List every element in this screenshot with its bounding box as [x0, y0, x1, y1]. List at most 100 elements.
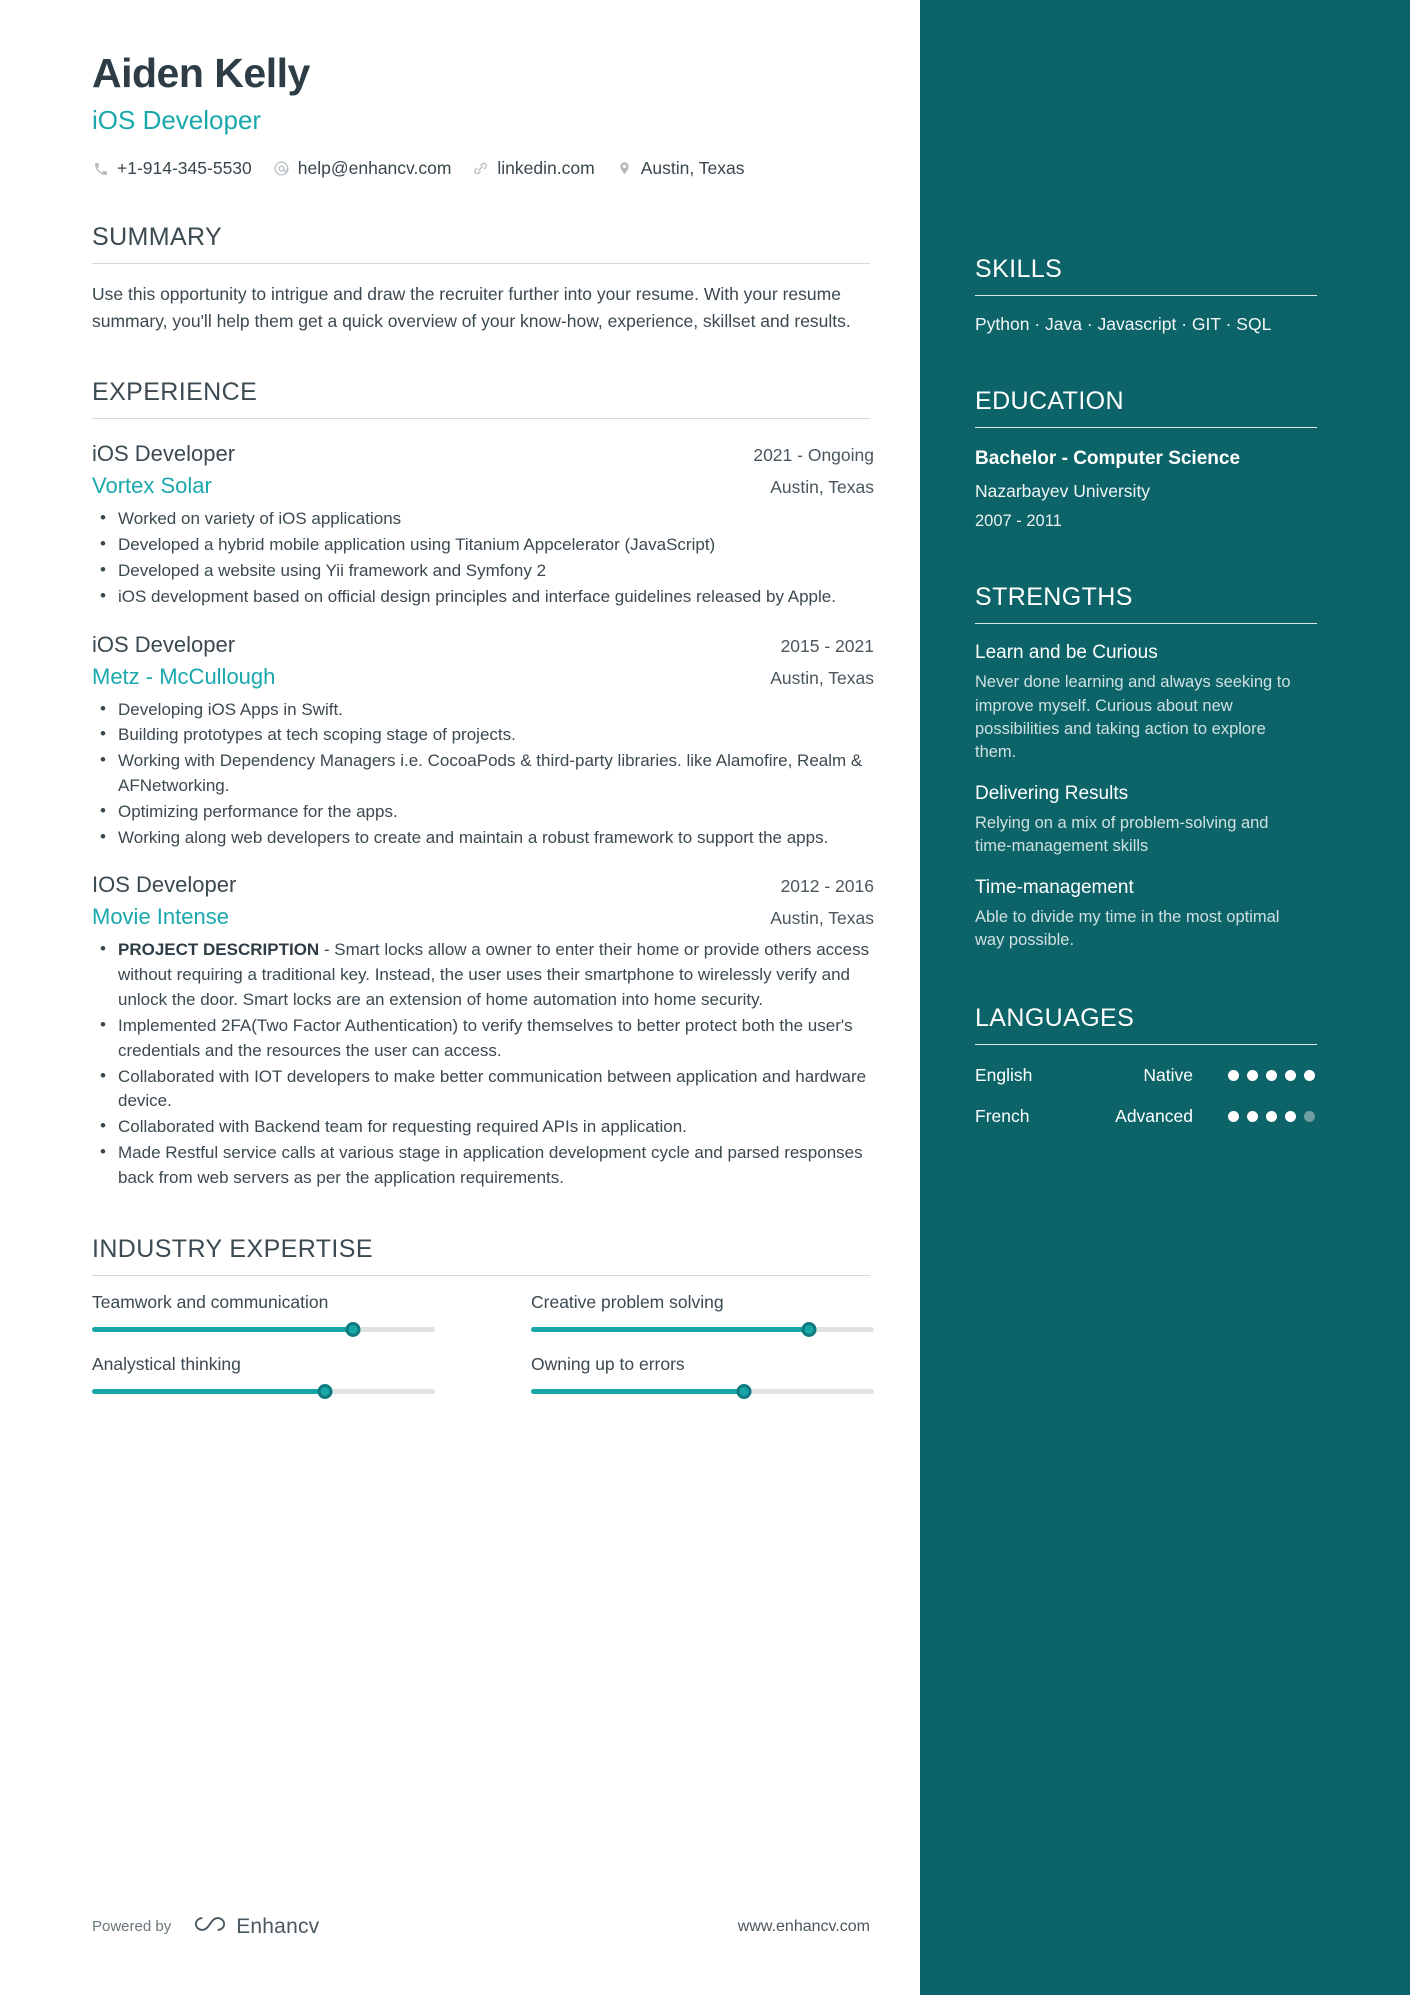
- experience-divider: [92, 418, 870, 420]
- rating-dot: [1304, 1070, 1315, 1082]
- rating-dot: [1228, 1070, 1239, 1082]
- strength-name: Learn and be Curious: [975, 642, 1158, 664]
- strength-description: Relying on a mix of problem-solving and …: [975, 813, 1269, 856]
- rating-dot: [1304, 1111, 1315, 1123]
- rating-dot: [1266, 1111, 1277, 1123]
- page-title: Aiden Kelly: [92, 50, 310, 96]
- expertise-slider[interactable]: [531, 1383, 874, 1399]
- language-rating-dots: [1215, 1111, 1315, 1123]
- experience-entry: iOS Developer 2021 - Ongoing Vortex Solar A…: [92, 441, 874, 609]
- skills-list: Python · Java · Javascript · GIT · SQL: [975, 314, 1272, 334]
- experience-bullet: Working with Dependency Managers i.e. Co…: [92, 748, 874, 799]
- experience-bullet: Developing iOS Apps in Swift.: [92, 697, 874, 723]
- contact-linkedin-text: linkedin.com: [497, 158, 595, 179]
- experience-bullet: Optimizing performance for the apps.: [92, 799, 874, 825]
- experience-bullet: Made Restful service calls at various st…: [92, 1140, 874, 1191]
- experience-company[interactable]: Vortex Solar: [92, 473, 212, 499]
- strength-item: Delivering Results Relying on a mix of pr…: [975, 783, 1362, 859]
- experience-bullet: PROJECT DESCRIPTION - Smart locks allow …: [92, 937, 874, 1012]
- experience-bullet: iOS development based on official design…: [92, 584, 874, 610]
- language-level: Native: [1143, 1065, 1193, 1086]
- summary-text: Use this opportunity to intrigue and dra…: [92, 284, 851, 331]
- language-row: English Native: [975, 1065, 1315, 1086]
- experience-location: Austin, Texas: [770, 477, 874, 498]
- header-job-title: iOS Developer: [92, 105, 262, 136]
- strength-item: Time-management Able to divide my time in…: [975, 877, 1362, 953]
- skills-section-title: SKILLS: [975, 255, 1063, 283]
- experience-company[interactable]: Metz - McCullough: [92, 664, 275, 690]
- expertise-slider-knob[interactable]: [801, 1321, 817, 1337]
- experience-bullet-list: Developing iOS Apps in Swift.Building pr…: [92, 697, 874, 851]
- contact-email[interactable]: help@enhancv.com: [273, 158, 451, 179]
- language-name: English: [975, 1065, 1033, 1086]
- education-section-title: EDUCATION: [975, 387, 1124, 415]
- experience-bullet: Implemented 2FA(Two Factor Authenticatio…: [92, 1013, 874, 1064]
- language-rating-dots: [1215, 1070, 1315, 1082]
- expertise-slider-knob[interactable]: [345, 1321, 361, 1337]
- contact-linkedin[interactable]: linkedin.com: [472, 158, 595, 179]
- rating-dot: [1285, 1111, 1296, 1123]
- languages-section-title: LANGUAGES: [975, 1004, 1135, 1033]
- language-name: French: [975, 1106, 1030, 1127]
- contact-location: Austin, Texas: [616, 158, 745, 179]
- experience-bullet: Developed a hybrid mobile application us…: [92, 532, 874, 558]
- expertise-slider[interactable]: [92, 1383, 435, 1399]
- expertise-slider[interactable]: [92, 1321, 435, 1337]
- expertise-slider-fill: [531, 1388, 744, 1394]
- sidebar-languages-section: LANGUAGES English Native French Advanced: [975, 1004, 1362, 1127]
- language-level: Advanced: [1115, 1106, 1193, 1127]
- skills-divider: [975, 295, 1317, 296]
- experience-entry-header: IOS Developer 2012 - 2016: [92, 872, 874, 898]
- experience-dates: 2021 - Ongoing: [753, 445, 874, 466]
- expertise-slider-fill: [531, 1326, 809, 1332]
- strength-item: Learn and be Curious Never done learning …: [975, 642, 1362, 765]
- location-pin-icon: [616, 160, 633, 177]
- experience-section: EXPERIENCE iOS Developer 2021 - Ongoing Vo…: [92, 378, 920, 1190]
- experience-entry-header: iOS Developer 2015 - 2021: [92, 632, 874, 658]
- contact-location-text: Austin, Texas: [640, 158, 745, 179]
- expertise-slider-knob[interactable]: [317, 1383, 333, 1399]
- education-school: Nazarbayev University: [975, 481, 1151, 502]
- language-row: French Advanced: [975, 1106, 1315, 1127]
- expertise-slider-knob[interactable]: [736, 1383, 752, 1399]
- languages-list: English Native French Advanced: [975, 1065, 1362, 1127]
- contact-phone-text: +1-914-345-5530: [117, 158, 252, 179]
- experience-entry: IOS Developer 2012 - 2016 Movie Intense Aus…: [92, 872, 874, 1190]
- education-entry: Bachelor - Computer Science Nazarbayev U…: [975, 446, 1362, 531]
- experience-entry-header: iOS Developer 2021 - Ongoing: [92, 441, 874, 467]
- industry-expertise-grid: Teamwork and communication Creative probl…: [92, 1292, 874, 1416]
- experience-entry-subheader: Movie Intense Austin, Texas: [92, 904, 874, 930]
- strengths-divider: [975, 623, 1317, 625]
- experience-company[interactable]: Movie Intense: [92, 904, 229, 930]
- phone-icon: [92, 160, 109, 177]
- experience-dates: 2015 - 2021: [780, 635, 874, 656]
- contact-phone[interactable]: +1-914-345-5530: [92, 158, 252, 179]
- experience-list: iOS Developer 2021 - Ongoing Vortex Solar A…: [92, 441, 920, 1190]
- experience-role: iOS Developer: [92, 441, 236, 467]
- experience-entry: iOS Developer 2015 - 2021 Metz - McCulloug…: [92, 632, 874, 851]
- education-dates: 2007 - 2011: [975, 512, 1062, 531]
- strength-name: Time-management: [975, 876, 1134, 898]
- resume-page: Aiden Kelly iOS Developer +1-914-345-553…: [0, 0, 1410, 1995]
- summary-section-title: SUMMARY: [92, 223, 223, 252]
- strength-description: Never done learning and always seeking t…: [975, 673, 1291, 762]
- rating-dot: [1228, 1111, 1239, 1123]
- strength-description: Able to divide my time in the most optim…: [975, 907, 1280, 950]
- expertise-item: Creative problem solving: [483, 1292, 874, 1337]
- experience-location: Austin, Texas: [770, 667, 874, 688]
- enhancv-brand-name: Enhancv: [236, 1914, 320, 1938]
- experience-bullet-list: PROJECT DESCRIPTION - Smart locks allow …: [92, 937, 874, 1191]
- industry-expertise-section: INDUSTRY EXPERTISE Teamwork and communic…: [92, 1235, 920, 1416]
- education-divider: [975, 427, 1317, 428]
- education-degree: Bachelor - Computer Science: [975, 448, 1241, 469]
- summary-section: SUMMARY Use this opportunity to intrigue…: [92, 223, 920, 334]
- experience-bullet-lead: PROJECT DESCRIPTION: [118, 940, 320, 960]
- industry-expertise-divider: [92, 1274, 870, 1276]
- expertise-label: Analystical thinking: [92, 1353, 241, 1374]
- rating-dot: [1247, 1111, 1258, 1123]
- footer-url[interactable]: www.enhancv.com: [738, 1918, 870, 1936]
- experience-bullet: Collaborated with IOT developers to make…: [92, 1064, 874, 1115]
- expertise-slider[interactable]: [531, 1321, 874, 1337]
- sidebar-skills-section: SKILLS Python · Java · Javascript · GIT …: [975, 255, 1362, 335]
- experience-role: IOS Developer: [92, 872, 237, 898]
